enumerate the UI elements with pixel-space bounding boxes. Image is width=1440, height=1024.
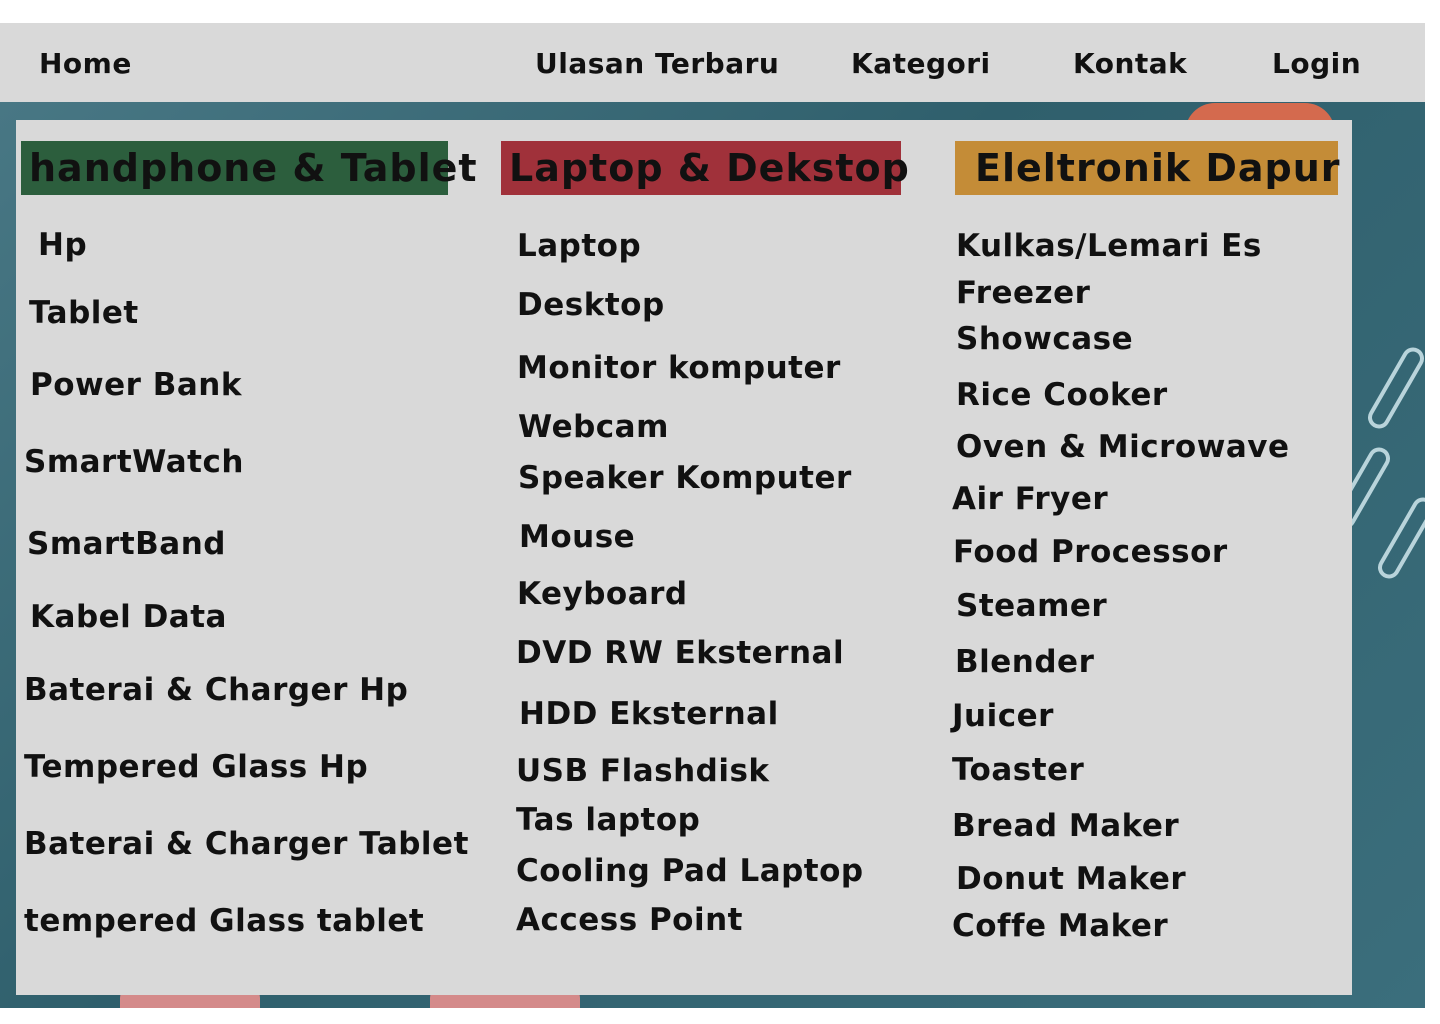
category-item[interactable]: Blender [955, 643, 1094, 681]
category-item[interactable]: USB Flashdisk [516, 752, 770, 790]
category-item[interactable]: Tas laptop [516, 801, 700, 839]
category-item[interactable]: Desktop [517, 286, 665, 324]
category-item[interactable]: Steamer [956, 587, 1107, 625]
category-item[interactable]: Oven & Microwave [956, 428, 1290, 466]
category-item[interactable]: Juicer [952, 697, 1054, 735]
category-item[interactable]: Bread Maker [952, 807, 1179, 845]
category-item[interactable]: Showcase [956, 320, 1133, 358]
category-header-dapur: Eleltronik Dapur [955, 141, 1340, 195]
nav-login-link[interactable]: Login [1272, 47, 1361, 81]
nav-kontak-link[interactable]: Kontak [1073, 47, 1187, 81]
category-item[interactable]: Freezer [956, 274, 1090, 312]
category-item[interactable]: Webcam [518, 408, 669, 446]
nav-kategori-link[interactable]: Kategori [851, 47, 991, 81]
category-item[interactable]: Power Bank [30, 366, 242, 404]
category-item[interactable]: Speaker Komputer [518, 459, 852, 497]
category-item[interactable]: Air Fryer [952, 480, 1108, 518]
paperclip-icon [1373, 493, 1425, 583]
category-item[interactable]: Monitor komputer [517, 349, 841, 387]
category-item[interactable]: HDD Eksternal [519, 695, 779, 733]
category-item[interactable]: Cooling Pad Laptop [516, 852, 864, 890]
category-item[interactable]: SmartWatch [24, 443, 244, 481]
category-item[interactable]: Tempered Glass Hp [24, 748, 368, 786]
category-item[interactable]: Coffe Maker [952, 907, 1168, 945]
category-item[interactable]: Rice Cooker [956, 376, 1168, 414]
category-item[interactable]: Keyboard [517, 575, 688, 613]
category-item[interactable]: DVD RW Eksternal [516, 634, 844, 672]
category-item[interactable]: Toaster [952, 751, 1084, 789]
category-header-handphone: handphone & Tablet [21, 141, 477, 195]
category-item[interactable]: Baterai & Charger Hp [24, 671, 408, 709]
category-panel: handphone & Tablet Hp Tablet Power Bank … [16, 120, 1352, 995]
category-item[interactable]: Donut Maker [956, 860, 1186, 898]
top-navbar: Home Ulasan Terbaru Kategori Kontak Logi… [0, 23, 1425, 102]
category-item[interactable]: Kabel Data [30, 598, 227, 636]
category-item[interactable]: Hp [38, 226, 87, 264]
category-item[interactable]: tempered Glass tablet [24, 902, 424, 940]
category-header-laptop: Laptop & Dekstop [501, 141, 909, 195]
category-item[interactable]: SmartBand [27, 525, 226, 563]
category-item[interactable]: Tablet [29, 294, 139, 332]
paperclip-icon [1363, 343, 1425, 433]
category-item[interactable]: Kulkas/Lemari Es [956, 227, 1262, 265]
nav-home-link[interactable]: Home [39, 47, 132, 81]
nav-ulasan-terbaru-link[interactable]: Ulasan Terbaru [535, 47, 779, 81]
category-item[interactable]: Baterai & Charger Tablet [24, 825, 469, 863]
category-item[interactable]: Mouse [519, 518, 635, 556]
category-item[interactable]: Laptop [517, 227, 641, 265]
category-item[interactable]: Access Point [516, 901, 743, 939]
category-item[interactable]: Food Processor [953, 533, 1228, 571]
